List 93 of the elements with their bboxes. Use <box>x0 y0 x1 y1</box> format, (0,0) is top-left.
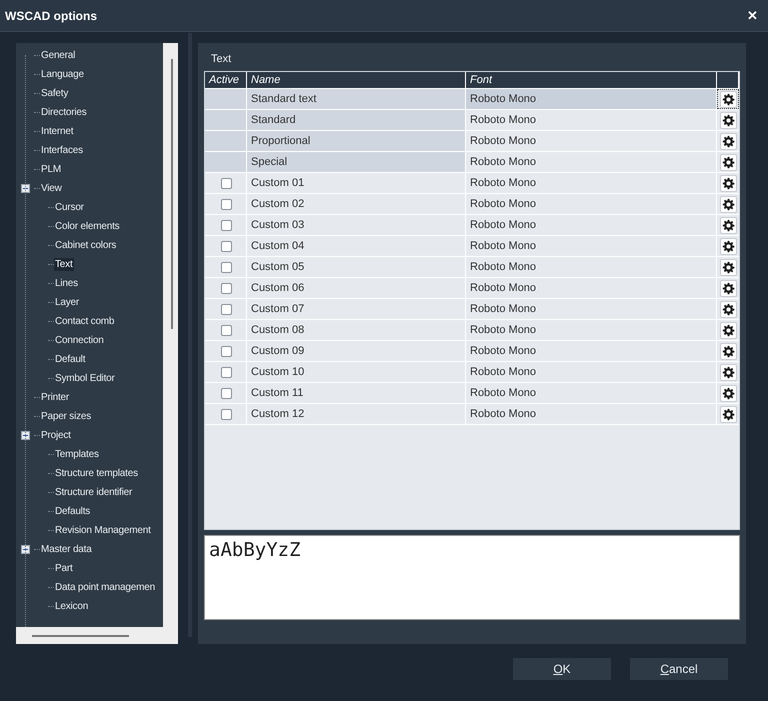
tree-item[interactable]: General <box>40 49 76 62</box>
settings-button[interactable] <box>720 132 736 150</box>
tree-item[interactable]: Lines <box>54 277 79 290</box>
tree-item[interactable]: Internet <box>40 125 74 138</box>
tree-item[interactable]: Project <box>40 429 72 442</box>
table-cell: Standard text <box>247 89 466 109</box>
settings-button[interactable] <box>720 280 736 296</box>
settings-button[interactable] <box>720 174 736 192</box>
table-cell: Proportional <box>247 131 466 151</box>
settings-button[interactable] <box>720 258 736 276</box>
checkbox[interactable] <box>221 324 232 336</box>
settings-button[interactable] <box>720 406 736 422</box>
tree-item[interactable]: Color elements <box>54 220 120 233</box>
settings-icon <box>722 198 734 210</box>
ok-button[interactable]: OK <box>513 658 611 680</box>
tree-item[interactable]: Directories <box>40 106 88 119</box>
tree-item[interactable]: Lexicon <box>54 600 90 613</box>
tree-item[interactable]: Part <box>54 562 74 575</box>
tree-item[interactable]: Cursor <box>54 201 85 214</box>
settings-button[interactable] <box>720 216 736 234</box>
checkbox[interactable] <box>221 178 232 188</box>
settings-icon <box>722 408 734 420</box>
window-title: WSCAD options <box>5 8 97 22</box>
settings-icon <box>722 344 734 358</box>
table-cell: Standard <box>247 110 466 130</box>
settings-button[interactable] <box>720 342 736 360</box>
panel-title: Text <box>210 52 232 67</box>
settings-icon <box>722 240 734 252</box>
column-header[interactable]: Active <box>205 72 247 88</box>
settings-button[interactable] <box>720 322 736 338</box>
checkbox[interactable] <box>221 240 232 252</box>
settings-icon <box>722 302 734 316</box>
table-cell: Roboto Mono <box>466 89 717 109</box>
checkbox[interactable] <box>221 388 232 398</box>
collapse-icon[interactable] <box>21 431 30 440</box>
tree-item[interactable]: Text <box>54 258 74 271</box>
tree-item[interactable]: Printer <box>40 391 70 404</box>
checkbox[interactable] <box>221 220 232 230</box>
collapse-icon[interactable] <box>21 545 30 554</box>
tree-item[interactable]: Layer <box>54 296 80 309</box>
tree-item[interactable]: Connection <box>54 334 105 347</box>
checkbox[interactable] <box>221 346 232 356</box>
settings-button[interactable] <box>720 300 736 318</box>
cancel-button[interactable]: Cancel <box>630 658 728 680</box>
settings-icon <box>722 324 734 336</box>
settings-icon <box>722 134 734 148</box>
tree-item[interactable]: Structure identifier <box>54 486 134 499</box>
settings-icon <box>722 156 734 168</box>
table-cell: Special <box>247 152 466 172</box>
settings-icon <box>722 366 734 378</box>
settings-icon <box>722 260 734 274</box>
checkbox[interactable] <box>221 198 232 210</box>
scrollbar-thumb[interactable] <box>32 635 129 637</box>
tree-item[interactable]: Contact comb <box>54 315 116 328</box>
tree-item[interactable]: Templates <box>54 448 100 461</box>
checkbox[interactable] <box>221 408 232 420</box>
tree-item[interactable]: Cabinet colors <box>54 239 118 252</box>
collapse-icon[interactable] <box>21 184 30 193</box>
tree-item[interactable]: Symbol Editor <box>54 372 116 385</box>
settings-button[interactable] <box>720 112 736 128</box>
checkbox[interactable] <box>221 262 232 272</box>
tree-item[interactable]: Default <box>54 353 86 366</box>
settings-button[interactable] <box>720 364 736 380</box>
settings-icon <box>722 114 734 126</box>
tree-item[interactable]: View <box>40 182 63 195</box>
column-header[interactable]: Name <box>247 72 466 88</box>
settings-icon <box>722 218 734 232</box>
settings-button[interactable] <box>720 154 736 170</box>
settings-button[interactable] <box>720 90 736 108</box>
settings-button[interactable] <box>720 384 736 402</box>
settings-icon <box>722 282 734 294</box>
tree-item[interactable]: Revision Management <box>54 524 152 537</box>
column-header[interactable]: Font <box>466 72 717 88</box>
tree-item[interactable]: Defaults <box>54 505 92 518</box>
settings-icon <box>722 386 734 400</box>
checkbox[interactable] <box>221 366 232 378</box>
tree-item[interactable]: Master data <box>40 543 93 556</box>
settings-icon <box>722 176 734 190</box>
tree-item[interactable]: PLM <box>40 163 62 176</box>
tree-item[interactable]: Structure templates <box>54 467 139 480</box>
close-button[interactable]: ✕ <box>747 8 758 23</box>
tree-item[interactable]: Language <box>40 68 85 81</box>
tree-item[interactable]: Interfaces <box>40 144 84 157</box>
settings-button[interactable] <box>720 196 736 212</box>
settings-button[interactable] <box>720 238 736 254</box>
checkbox[interactable] <box>221 304 232 314</box>
preview-text: aAbByYzZ <box>209 539 301 561</box>
settings-icon <box>722 92 734 106</box>
tree-item[interactable]: Safety <box>40 87 70 100</box>
tree-item[interactable]: Paper sizes <box>40 410 92 423</box>
checkbox[interactable] <box>221 282 232 294</box>
tree-item[interactable]: Data point managemen <box>54 581 156 594</box>
scrollbar-thumb[interactable] <box>171 59 173 329</box>
